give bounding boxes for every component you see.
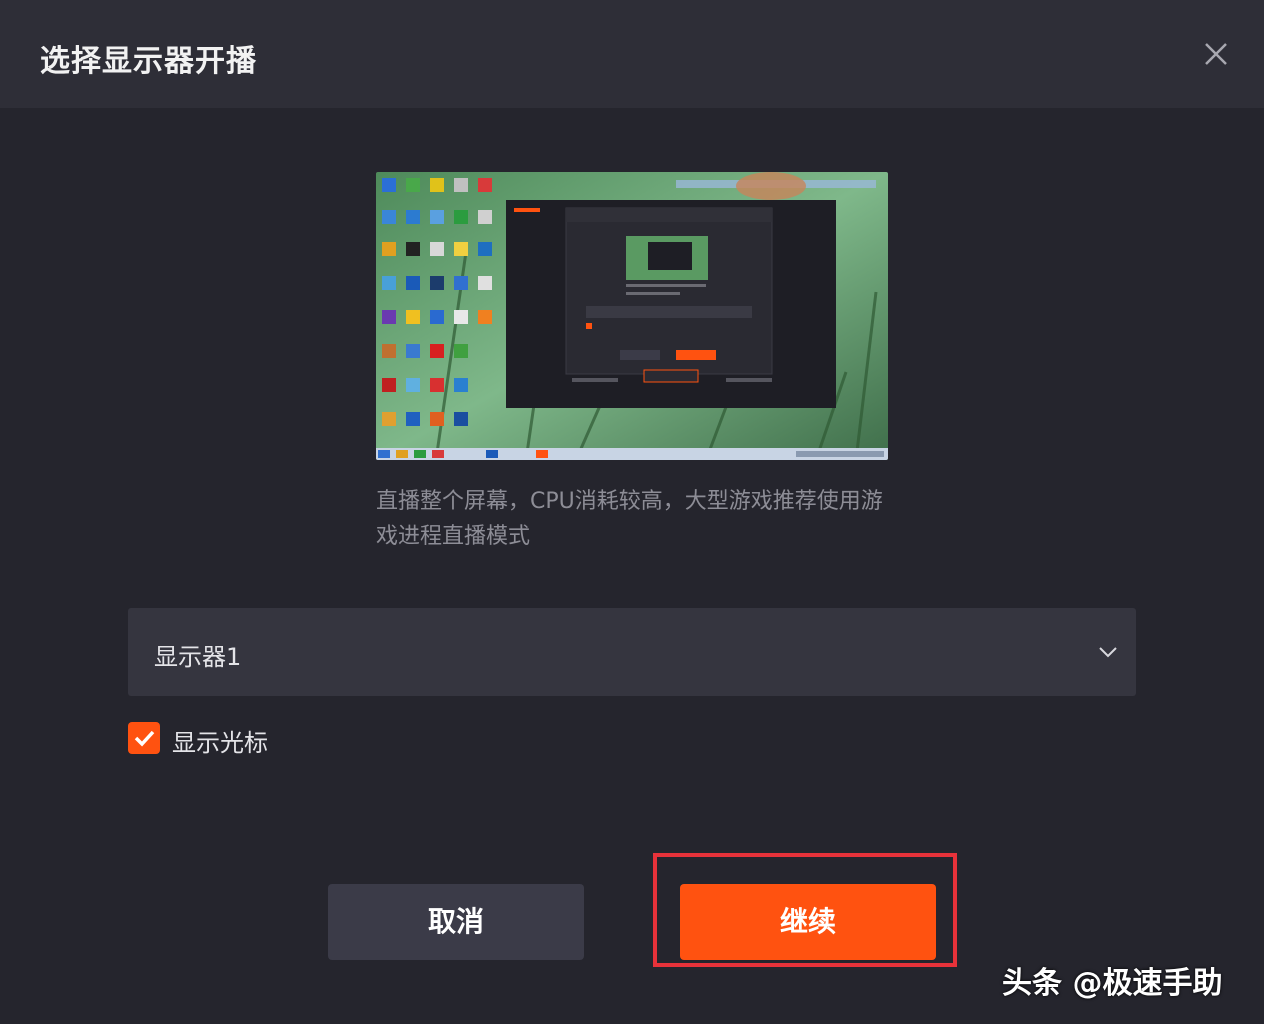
continue-button[interactable]: 继续: [680, 884, 936, 960]
check-icon: [134, 730, 155, 747]
watermark-text: 头条 @极速手助: [1002, 966, 1223, 1001]
screen-preview-image: [376, 172, 888, 460]
cancel-button[interactable]: 取消: [328, 884, 584, 960]
show-cursor-checkbox[interactable]: [128, 722, 160, 754]
close-icon: [1205, 43, 1227, 65]
display-select-dropdown[interactable]: 显示器1: [128, 608, 1136, 696]
display-select-value: 显示器1: [154, 643, 242, 671]
dialog-titlebar: 选择显示器开播: [0, 0, 1264, 108]
preview-description: 直播整个屏幕，CPU消耗较高，大型游戏推荐使用游戏进程直播模式: [376, 489, 883, 549]
show-cursor-label[interactable]: 显示光标: [172, 723, 268, 758]
select-display-dialog: 选择显示器开播 直播整个屏幕，CPU消耗较高，大型游戏推荐使用游戏进程直播模式 …: [0, 0, 1264, 1024]
chevron-down-icon: [1099, 647, 1117, 658]
dialog-title: 选择显示器开播: [40, 44, 257, 79]
close-button[interactable]: [1196, 34, 1236, 74]
